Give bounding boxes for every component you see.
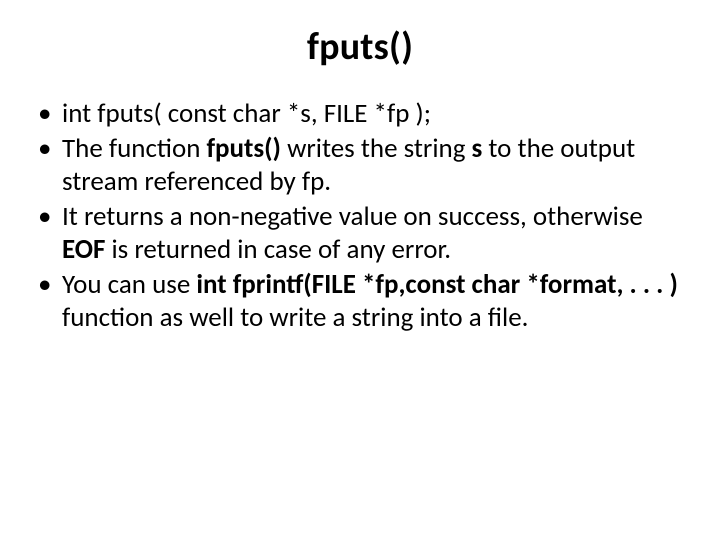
bullet-text-bold: EOF [62,233,105,266]
bullet-text: You can use [62,268,196,301]
list-item: You can use int fprintf(FILE *fp,const c… [34,269,686,335]
bullet-text: is returned in case of any error. [105,233,451,266]
bullet-text: It returns a non-negative value on succe… [62,200,643,233]
bullet-text-bold: int fprintf(FILE *fp,const char *format,… [196,268,678,301]
slide: fputs() int fputs( const char *s, FILE *… [0,0,720,540]
bullet-text: The function [62,132,206,165]
bullet-text: writes the string [281,132,472,165]
list-item: It returns a non-negative value on succe… [34,201,686,267]
bullet-text: int fputs( const char *s, FILE *fp ); [62,97,431,130]
list-item: int fputs( const char *s, FILE *fp ); [34,98,686,131]
bullet-text: function as well to write a string into … [62,301,529,334]
bullet-text-bold: s [472,132,483,165]
bullet-list: int fputs( const char *s, FILE *fp ); Th… [28,98,692,335]
list-item: The function fputs() writes the string s… [34,133,686,199]
slide-title: fputs() [28,24,692,70]
bullet-text-bold: fputs() [206,132,280,165]
